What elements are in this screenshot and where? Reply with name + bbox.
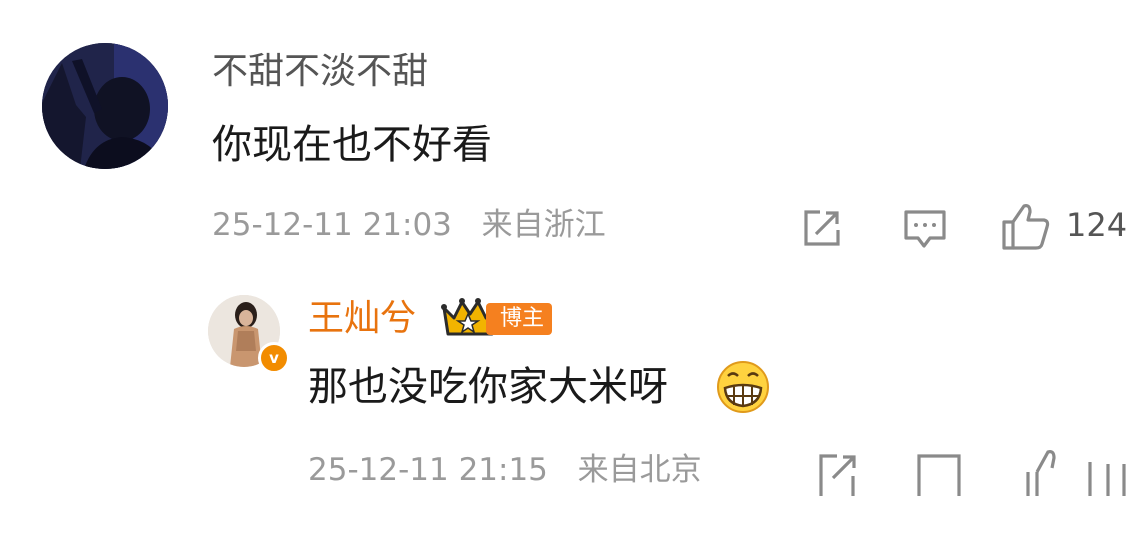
like-icon[interactable] bbox=[1000, 200, 1052, 252]
comment-icon[interactable] bbox=[915, 450, 963, 496]
reply-location: 来自北京 bbox=[577, 452, 702, 488]
comment-meta: 25-12-11 21:03 来自浙江 bbox=[212, 205, 606, 245]
comment-text: 你现在也不好看 bbox=[212, 122, 492, 168]
reply-meta: 25-12-11 21:15 来自北京 bbox=[308, 450, 702, 490]
comment-location: 来自浙江 bbox=[481, 207, 606, 243]
silhouette-image bbox=[42, 43, 168, 169]
like-count: 124 bbox=[1066, 206, 1128, 244]
grin-emoji-icon bbox=[716, 360, 770, 414]
commenter-avatar[interactable] bbox=[42, 43, 168, 169]
blogger-badge: 博主 bbox=[486, 303, 553, 335]
share-icon[interactable] bbox=[800, 206, 844, 250]
blogger-username[interactable]: 王灿兮 bbox=[308, 296, 416, 342]
comment-icon[interactable] bbox=[902, 206, 948, 252]
verified-badge: v bbox=[258, 342, 290, 374]
like-icon[interactable] bbox=[1022, 444, 1076, 496]
reply-timestamp: 25-12-11 21:15 bbox=[308, 452, 548, 488]
comment-timestamp: 25-12-11 21:03 bbox=[212, 207, 452, 243]
commenter-username[interactable]: 不甜不淡不甜 bbox=[212, 50, 428, 94]
reply-text: 那也没吃你家大米呀 bbox=[308, 364, 668, 410]
like-count-partial bbox=[1084, 456, 1138, 496]
share-icon[interactable] bbox=[815, 450, 861, 496]
